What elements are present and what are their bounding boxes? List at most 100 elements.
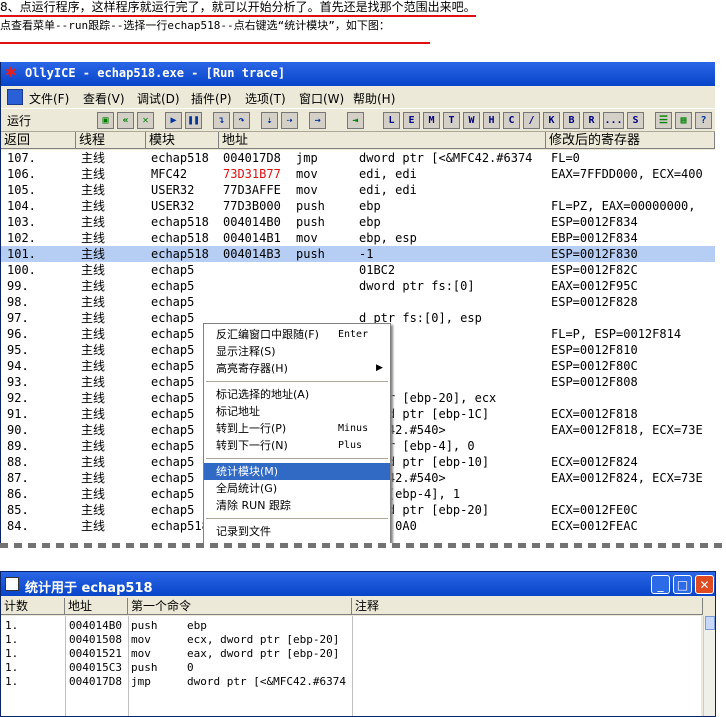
toolbar-letter-c[interactable]: C xyxy=(503,112,520,129)
context-menu-item[interactable]: 标记地址 xyxy=(204,403,390,420)
cell-command: push xyxy=(131,619,158,632)
restart-icon[interactable]: « xyxy=(117,112,134,129)
help-icon[interactable]: ? xyxy=(695,112,712,129)
stats-header-comment[interactable]: 注释 xyxy=(352,598,703,615)
context-menu-item[interactable]: 显示注释(S) xyxy=(204,343,390,360)
column-header-thread[interactable]: 线程 xyxy=(76,132,146,149)
column-header-module[interactable]: 模块 xyxy=(146,132,219,149)
cell-thread: 主线 xyxy=(81,279,106,293)
trace-row[interactable]: 104. 主线 USER32 77D3B000 push ebp FL=PZ, EAX=00… xyxy=(1,198,715,214)
cell-return: 94. xyxy=(7,359,29,373)
cell-thread: 主线 xyxy=(81,455,106,469)
statistics-title-bar[interactable]: 统计用于 echap518 _ □ ✕ xyxy=(1,572,715,596)
toolbar-letter-w[interactable]: W xyxy=(463,112,480,129)
context-menu-item[interactable]: 高亮寄存器(H) ▶ xyxy=(204,360,390,377)
cell-return: 100. xyxy=(7,263,36,277)
menu-view[interactable]: 查看(V) xyxy=(83,90,125,107)
cell-registers: ESP=0012F828 xyxy=(551,295,638,309)
menu-options[interactable]: 选项(T) xyxy=(245,90,286,107)
cell-operand: ebp xyxy=(187,619,207,632)
trace-row[interactable]: 98. 主线 echap5 ESP=0012F828 xyxy=(1,294,715,310)
menu-help[interactable]: 帮助(H) xyxy=(353,90,395,107)
toolbar-letter-m[interactable]: M xyxy=(423,112,440,129)
system-menu-icon[interactable] xyxy=(7,89,23,105)
stats-row[interactable]: 1. 00401508 mov ecx, dword ptr [ebp-20] xyxy=(1,632,701,647)
instruction-caption-2: 点查看菜单--run跟踪--选择一行echap518--点右键选“统计模块”，如… xyxy=(0,19,390,32)
cell-command: push xyxy=(296,215,325,229)
toolbar-letter-e[interactable]: E xyxy=(403,112,420,129)
trace-row[interactable]: 107. 主线 echap518 004017D8 jmp dword ptr [<&MF… xyxy=(1,150,715,166)
open-icon[interactable]: ▣ xyxy=(97,112,114,129)
menu-file[interactable]: 文件(F) xyxy=(29,90,69,107)
toolbar-letter-h[interactable]: H xyxy=(483,112,500,129)
stats-row[interactable]: 1. 004014B0 push ebp xyxy=(1,618,701,633)
pause-icon[interactable]: ❚❚ xyxy=(185,112,202,129)
toolbar-letter-b[interactable]: B xyxy=(563,112,580,129)
trace-row[interactable]: 100. 主线 echap5 01BC2 ESP=0012F82C xyxy=(1,262,715,278)
trace-row[interactable]: 101. 主线 echap518 004014B3 push -1 ESP=0012F830 xyxy=(1,246,715,262)
toolbar-letter-t[interactable]: T xyxy=(443,112,460,129)
context-menu-item[interactable]: 反汇编窗口中跟随(F) Enter xyxy=(204,326,390,343)
ollyice-title-bar[interactable]: ✱ OllyICE - echap518.exe - [Run trace] xyxy=(1,62,715,86)
run-icon[interactable]: ▶ xyxy=(165,112,182,129)
toolbar-letter-k[interactable]: K xyxy=(543,112,560,129)
context-menu-item[interactable]: 全局统计(G) xyxy=(204,480,390,497)
appearance-icon[interactable]: ▦ xyxy=(675,112,692,129)
options-icon[interactable]: ☰ xyxy=(655,112,672,129)
trace-row[interactable]: 105. 主线 USER32 77D3AFFE mov edi, edi xyxy=(1,182,715,198)
toolbar-letter-l[interactable]: L xyxy=(383,112,400,129)
context-menu-item[interactable]: 标记选择的地址(A) xyxy=(204,386,390,403)
column-header-registers[interactable]: 修改后的寄存器 xyxy=(546,132,715,149)
vertical-scrollbar[interactable] xyxy=(703,616,715,716)
toolbar-letter-slash[interactable]: / xyxy=(523,112,540,129)
trace-row[interactable]: 106. 主线 MFC42 73D31B77 mov edi, edi EAX=7FFDD0… xyxy=(1,166,715,182)
stats-row[interactable]: 1. 00401521 mov eax, dword ptr [ebp-20] xyxy=(1,646,701,661)
cell-thread: 主线 xyxy=(81,263,106,277)
column-header-return[interactable]: 返回 xyxy=(1,132,76,149)
cell-return: 106. xyxy=(7,167,36,181)
context-menu-item[interactable]: 清除 RUN 跟踪 xyxy=(204,497,390,514)
toolbar: 运行 ▣ « ✕ ▶ ❚❚ ↴ ↷ ⇣ ⇢ → ⇥ L E M T W H C … xyxy=(1,108,715,132)
menu-separator xyxy=(206,518,388,519)
menu-plugins[interactable]: 插件(P) xyxy=(191,90,232,107)
menu-debug[interactable]: 调试(D) xyxy=(137,90,180,107)
cell-command: mov xyxy=(131,633,151,646)
minimize-button[interactable]: _ xyxy=(651,575,670,594)
context-menu-item[interactable]: 统计模块(M) xyxy=(204,463,390,480)
scrollbar-thumb[interactable] xyxy=(705,616,715,630)
cell-thread: 主线 xyxy=(81,503,106,517)
maximize-button[interactable]: □ xyxy=(673,575,692,594)
trace-row[interactable]: 103. 主线 echap518 004014B0 push ebp ESP=0012F83… xyxy=(1,214,715,230)
animate-into-icon[interactable]: ⇣ xyxy=(261,112,278,129)
trace-row[interactable]: 102. 主线 echap518 004014B1 mov ebp, esp EBP=001… xyxy=(1,230,715,246)
cell-return: 107. xyxy=(7,151,36,165)
stats-row[interactable]: 1. 004017D8 jmp dword ptr [<&MFC42.#6374 xyxy=(1,674,701,689)
column-header-address[interactable]: 地址 xyxy=(219,132,546,149)
cell-return: 102. xyxy=(7,231,36,245)
go-to-icon[interactable]: ⇥ xyxy=(347,112,364,129)
cell-return: 86. xyxy=(7,487,29,501)
statistics-list[interactable]: 1. 004014B0 push ebp 1. 00401508 mov ecx, dword… xyxy=(1,616,701,716)
execute-till-return-icon[interactable]: → xyxy=(309,112,326,129)
context-menu-item[interactable]: 转到上一行(P) Minus xyxy=(204,420,390,437)
cell-registers: ESP=0012F80C xyxy=(551,359,638,373)
trace-row[interactable]: 99. 主线 echap5 dword ptr fs:[0] EAX=0012F95C xyxy=(1,278,715,294)
stats-header-first-command[interactable]: 第一个命令 xyxy=(128,598,352,615)
toolbar-letter-s[interactable]: S xyxy=(627,112,644,129)
cell-thread: 主线 xyxy=(81,311,106,325)
toolbar-letter-r[interactable]: R xyxy=(583,112,600,129)
menu-window[interactable]: 窗口(W) xyxy=(299,90,344,107)
context-menu-item[interactable]: 记录到文件 xyxy=(204,523,390,540)
stats-header-count[interactable]: 计数 xyxy=(1,598,65,615)
step-over-icon[interactable]: ↷ xyxy=(233,112,250,129)
context-menu-item[interactable]: 转到下一行(N) Plus xyxy=(204,437,390,454)
close-icon[interactable]: ✕ xyxy=(137,112,154,129)
stats-row[interactable]: 1. 004015C3 push 0 xyxy=(1,660,701,675)
stats-header-address[interactable]: 地址 xyxy=(65,598,128,615)
close-button[interactable]: ✕ xyxy=(695,575,714,594)
context-menu-label: 清除 RUN 跟踪 xyxy=(216,499,291,512)
step-into-icon[interactable]: ↴ xyxy=(213,112,230,129)
animate-over-icon[interactable]: ⇢ xyxy=(281,112,298,129)
statistics-window: 统计用于 echap518 _ □ ✕ 计数 地址 第一个命令 注释 1. 004… xyxy=(0,571,716,717)
toolbar-ellipsis[interactable]: ... xyxy=(603,112,624,129)
